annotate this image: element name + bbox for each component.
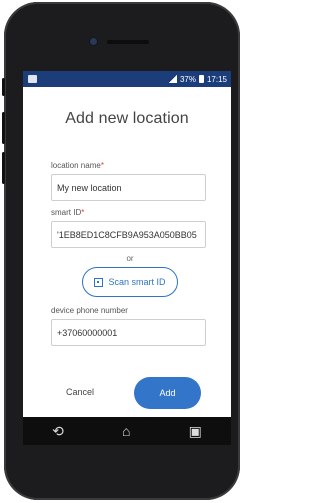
phone-number-field[interactable]: +37060000001: [51, 319, 206, 346]
cancel-button[interactable]: Cancel: [66, 387, 94, 397]
smart-id-field[interactable]: '1EB8ED1C8CFB9A953A050BB05: [51, 221, 206, 248]
status-right: 37% 17:15: [168, 74, 227, 84]
form-actions: Cancel Add: [23, 377, 231, 409]
scan-button-label: Scan smart ID: [108, 277, 166, 287]
signal-icon: [168, 75, 177, 83]
notification-icon: [28, 75, 37, 83]
status-time: 17:15: [206, 74, 227, 84]
battery-icon: [198, 75, 204, 83]
status-bar: 37% 17:15: [23, 71, 231, 87]
location-name-label: location name*: [51, 161, 104, 170]
battery-text: 37%: [179, 74, 196, 84]
or-divider-text: or: [126, 254, 134, 263]
recent-apps-icon[interactable]: ▣: [189, 423, 202, 440]
smart-id-label: smart ID*: [51, 208, 85, 217]
back-icon[interactable]: ⟲: [52, 423, 64, 440]
phone-side-button: [2, 152, 5, 184]
required-marker: *: [81, 208, 85, 217]
phone-side-button: [2, 78, 5, 96]
phone-number-label: device phone number: [51, 306, 128, 315]
front-camera: [90, 38, 97, 45]
phone-side-button: [2, 112, 5, 144]
home-icon[interactable]: ⌂: [122, 423, 130, 439]
phone-frame: 37% 17:15 Add new location location name…: [2, 2, 240, 500]
scan-smart-id-button[interactable]: Scan smart ID: [82, 267, 178, 297]
page-title: Add new location: [65, 110, 189, 127]
qr-code-icon: [94, 277, 104, 287]
add-button[interactable]: Add: [134, 377, 201, 409]
required-marker: *: [100, 161, 104, 170]
android-nav-bar: ⟲ ⌂ ▣: [23, 417, 231, 445]
speaker-grille: [107, 40, 149, 44]
location-name-field[interactable]: My new location: [51, 174, 206, 201]
app-screen: 37% 17:15 Add new location location name…: [23, 71, 231, 445]
add-location-form: location name* My new location smart ID*…: [51, 161, 209, 346]
